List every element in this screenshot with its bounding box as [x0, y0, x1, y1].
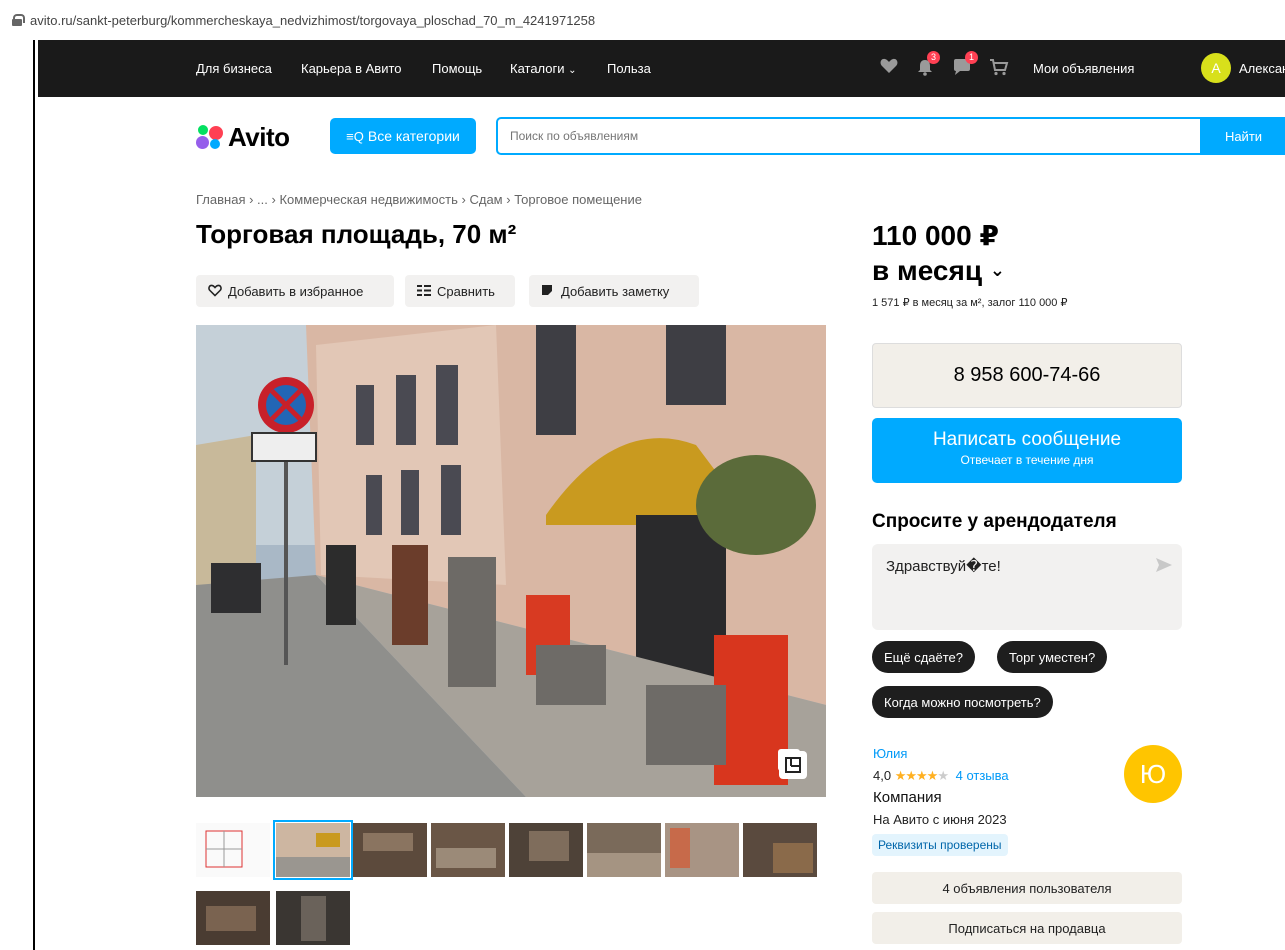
compare-button[interactable]: Сравнить — [405, 275, 515, 307]
page-title: Торговая площадь, 70 м² — [196, 219, 517, 249]
seller-type: Компания — [873, 789, 942, 806]
heart-outline-icon — [208, 284, 222, 298]
avito-logo[interactable]: Avito — [196, 117, 290, 157]
top-nav: Для бизнеса Карьера в Авито Помощь Катал… — [38, 40, 1285, 97]
ask-heading: Спросите у арендодателя — [872, 511, 1117, 532]
nav-link-benefit[interactable]: Польза — [607, 61, 651, 76]
thumbnail-5[interactable] — [587, 823, 661, 877]
user-name[interactable]: Александра — [1239, 61, 1285, 76]
heart-icon[interactable] — [880, 58, 898, 79]
main-photo[interactable] — [196, 325, 826, 797]
messages-badge: 1 — [965, 51, 978, 64]
ask-message-input[interactable]: Здравствуй�те! — [872, 544, 1182, 630]
seller-since: На Авито с июня 2023 — [873, 812, 1007, 827]
notifications-badge: 3 — [927, 51, 940, 64]
compare-label: Сравнить — [437, 283, 495, 299]
note-label: Добавить заметку — [561, 283, 670, 299]
crumb-ellipsis[interactable]: ... — [257, 192, 268, 207]
quick-reply-when-view[interactable]: Когда можно посмотреть? — [872, 686, 1053, 718]
thumbnail-9[interactable] — [276, 891, 350, 945]
thumbnail-3[interactable] — [431, 823, 505, 877]
nav-link-catalogs[interactable]: Каталоги ⌄ — [510, 61, 577, 76]
price: 110 000 ₽ — [872, 220, 999, 251]
nav-link-career[interactable]: Карьера в Авито — [301, 61, 402, 76]
url-text[interactable]: avito.ru/sankt-peterburg/kommercheskaya_… — [30, 13, 595, 28]
seller-name[interactable]: Юлия — [873, 746, 907, 761]
period-label: в месяц — [872, 255, 983, 286]
breadcrumb: Главная › ... › Коммерческая недвижимост… — [196, 192, 642, 207]
find-button[interactable]: Найти — [1202, 117, 1285, 155]
reviews-link[interactable]: 4 отзыва — [956, 768, 1009, 783]
nav-link-business[interactable]: Для бизнеса — [196, 61, 272, 76]
add-favorite-button[interactable]: Добавить в избранное — [196, 275, 394, 307]
thumbnail-8[interactable] — [196, 891, 270, 945]
user-ads-button[interactable]: 4 объявления пользователя — [872, 872, 1182, 904]
user-avatar[interactable]: А — [1201, 53, 1231, 83]
compare-icon — [417, 284, 431, 298]
seller-avatar[interactable]: Ю — [1124, 745, 1182, 803]
add-note-button[interactable]: Добавить заметку — [529, 275, 699, 307]
chevron-down-icon: ⌄ — [989, 260, 1005, 280]
bell-icon[interactable]: 3 — [916, 51, 940, 81]
message-button-sub: Отвечает в течение дня — [960, 453, 1094, 467]
thumbnail-6[interactable] — [665, 823, 739, 877]
crumb-home[interactable]: Главная — [196, 192, 245, 207]
search-input[interactable] — [496, 117, 1202, 155]
categories-label: Все категории — [367, 128, 460, 144]
chevron-down-icon: ⌄ — [568, 65, 577, 76]
thumbnail-7[interactable] — [743, 823, 817, 877]
window-edge — [33, 40, 35, 950]
crumb-rent[interactable]: Сдам — [469, 192, 502, 207]
note-icon — [541, 284, 555, 298]
rating-stars-icon: ★★★★★ — [894, 768, 949, 783]
phone-button[interactable]: 8 958 600-74-66 — [872, 343, 1182, 408]
logo-dots-icon — [196, 122, 226, 152]
crumb-commercial[interactable]: Коммерческая недвижимость — [279, 192, 457, 207]
logo-text: Avito — [228, 121, 290, 152]
thumbnail-4[interactable] — [509, 823, 583, 877]
quick-reply-bargain[interactable]: Торг уместен? — [997, 641, 1108, 673]
cart-icon[interactable] — [989, 58, 1009, 81]
my-ads-link[interactable]: Мои объявления — [1033, 61, 1134, 76]
thumbnail-1[interactable] — [273, 820, 353, 880]
messages-icon[interactable]: 1 — [952, 51, 978, 81]
subscribe-button[interactable]: Подписаться на продавца — [872, 912, 1182, 944]
seller-rating: 4,0 ★★★★★ 4 отзыва — [873, 768, 1009, 784]
thumbnail-2[interactable] — [353, 823, 427, 877]
price-period[interactable]: в месяц ⌄ — [872, 252, 1005, 289]
address-bar[interactable]: avito.ru/sankt-peterburg/kommercheskaya_… — [0, 0, 1285, 40]
price-details: 1 571 ₽ в месяц за м², залог 110 000 ₽ — [872, 297, 1068, 309]
favorite-label: Добавить в избранное — [228, 283, 364, 299]
verified-badge: Реквизиты проверены — [872, 834, 1008, 856]
crumb-retail[interactable]: Торговое помещение — [514, 192, 642, 207]
nav-link-help[interactable]: Помощь — [432, 61, 482, 76]
quick-reply-still-renting[interactable]: Ещё сдаёте? — [872, 641, 976, 673]
send-icon[interactable] — [1156, 558, 1172, 577]
menu-search-icon: ≡Q — [346, 128, 364, 144]
thumbnail-0[interactable] — [196, 823, 270, 877]
floorplan-icon[interactable] — [779, 751, 807, 779]
write-message-button[interactable]: Написать сообщение Отвечает в течение дн… — [872, 418, 1182, 483]
all-categories-button[interactable]: ≡Q Все категории — [330, 118, 476, 154]
rating-value: 4,0 — [873, 768, 892, 783]
lock-icon — [12, 14, 25, 26]
message-button-label: Написать сообщение — [932, 429, 1122, 450]
